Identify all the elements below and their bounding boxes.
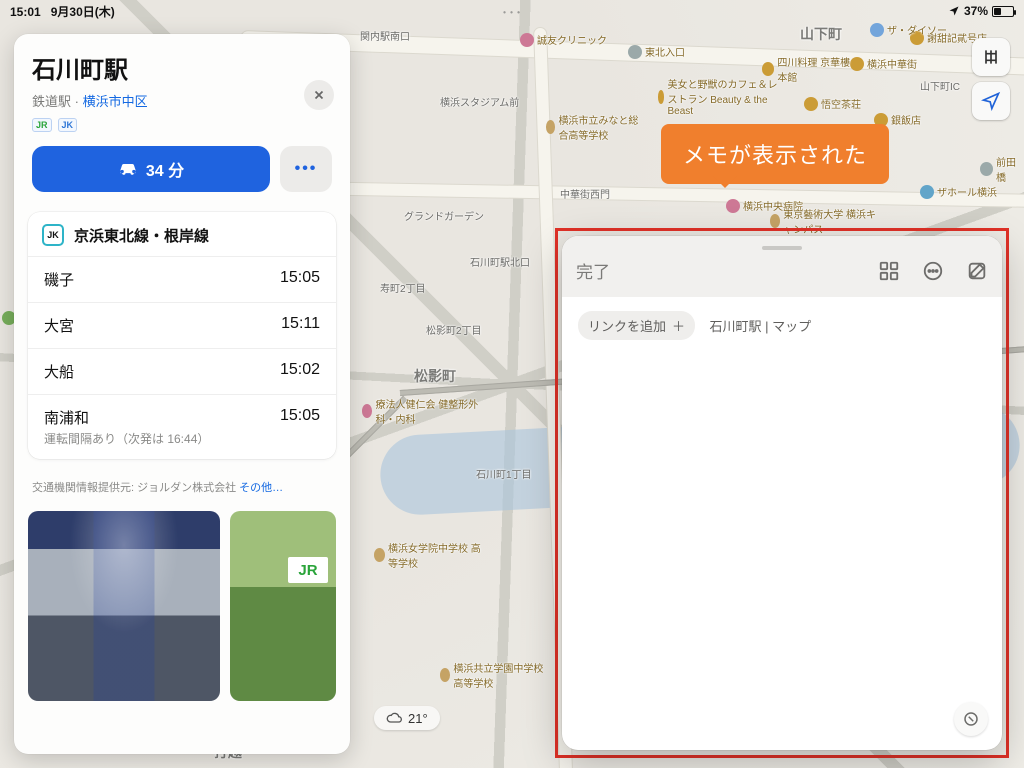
more-icon[interactable] xyxy=(922,260,944,282)
place-subtitle: 鉄道駅 · 横浜市中区 xyxy=(32,91,332,110)
area-link[interactable]: 横浜市中区 xyxy=(83,94,148,109)
markup-icon xyxy=(962,710,980,728)
poi-geidai[interactable]: 東京藝術大学 横浜キャンパス xyxy=(770,206,880,236)
map-label-stadiummae: 横浜スタジアム前 xyxy=(440,94,519,109)
photo-1[interactable] xyxy=(28,511,220,701)
photo-sign: JR xyxy=(288,557,328,583)
weather-temp: 21° xyxy=(408,711,428,726)
directions-label: 34 分 xyxy=(146,157,184,181)
notes-popover: 完了 リンクを追加 ＋ 石川町駅 | マップ xyxy=(562,236,1002,750)
map-settings-button[interactable] xyxy=(972,38,1010,76)
poi-kyoritsu[interactable]: 横浜共立学園中学校高等学校 xyxy=(440,660,550,690)
directions-button[interactable]: 34 分 xyxy=(32,146,270,192)
status-date: 9月30日(木) xyxy=(51,5,115,19)
photo-2[interactable]: JR xyxy=(230,511,336,701)
battery-icon xyxy=(992,6,1014,17)
map-label-matsukage2: 松影町2丁目 xyxy=(426,322,482,337)
compose-icon[interactable] xyxy=(966,260,988,282)
poi-hall[interactable]: ザホール横浜 xyxy=(920,184,997,199)
plus-icon: ＋ xyxy=(672,316,685,335)
map-label-chinatown-w: 中華街西門 xyxy=(560,186,610,201)
poi-shikawa[interactable]: 四川料理 京華樓 本館 xyxy=(762,54,862,84)
popover-grabber[interactable] xyxy=(762,246,802,250)
map-label-ishikawa1: 石川町1丁目 xyxy=(476,466,532,481)
map-label-grandgarden: グランドガーデン xyxy=(404,208,484,223)
map-layers-icon xyxy=(981,47,1001,67)
status-bar: 15:01 9月30日(木) • • • 37% xyxy=(0,0,1024,22)
multitask-handle-icon[interactable]: • • • xyxy=(503,8,521,17)
place-photos: JR xyxy=(14,503,350,703)
close-icon xyxy=(312,88,326,102)
car-icon xyxy=(118,159,138,179)
poi-kenjin[interactable]: 療法人健仁会 健整形外科・内科 xyxy=(362,396,482,426)
battery-pct: 37% xyxy=(964,4,988,18)
close-button[interactable] xyxy=(304,80,334,110)
map-label-ishikawa-n: 石川町駅北口 xyxy=(470,254,530,269)
more-button[interactable]: ••• xyxy=(280,146,332,192)
departure-row[interactable]: 大船 15:02 xyxy=(28,348,336,394)
poi-bbcafe[interactable]: 美女と野獣のカフェ＆レストラン Beauty & the Beast xyxy=(658,76,778,117)
done-button[interactable]: 完了 xyxy=(576,258,610,283)
badge-jr: JR xyxy=(32,118,52,132)
transit-card: JK 京浜東北線・根岸線 磯子 15:05 大宮 15:11 大船 15:02 … xyxy=(28,212,336,459)
markup-button[interactable] xyxy=(954,702,988,736)
note-title: 石川町駅 | マップ xyxy=(709,316,811,335)
badge-jk: JK xyxy=(58,118,78,132)
weather-chip[interactable]: 21° xyxy=(374,706,440,730)
line-name: 京浜東北線・根岸線 xyxy=(74,225,209,246)
add-link-pill[interactable]: リンクを追加 ＋ xyxy=(578,311,695,340)
location-services-icon xyxy=(948,5,960,17)
poi-gokusaiso[interactable]: 悟空茶荘 xyxy=(804,96,861,111)
provider-more-link[interactable]: その他… xyxy=(239,482,283,494)
location-arrow-icon xyxy=(981,91,1001,111)
map-label-kannai: 関内駅南口 xyxy=(360,28,410,43)
departure-row[interactable]: 磯子 15:05 xyxy=(28,256,336,302)
poi-jogakuin[interactable]: 横浜女学院中学校 高等学校 xyxy=(374,540,484,570)
place-card: 石川町駅 鉄道駅 · 横浜市中区 JR JK 34 分 ••• JK 京浜東北線… xyxy=(14,34,350,754)
annotation-callout: メモが表示された xyxy=(661,124,889,184)
locate-me-button[interactable] xyxy=(972,82,1010,120)
gallery-icon[interactable] xyxy=(878,260,900,282)
departure-row[interactable]: 南浦和 運転間隔あり（次発は 16:44） 15:05 xyxy=(28,394,336,459)
line-badge: JK xyxy=(42,224,64,246)
poi-tohoku[interactable]: 東北入口 xyxy=(628,44,685,59)
cloud-icon xyxy=(386,710,402,726)
place-title: 石川町駅 xyxy=(32,50,332,85)
poi-minato[interactable]: 横浜市立みなと総合高等学校 xyxy=(546,112,646,142)
poi-daiso[interactable]: ザ・ダイソー xyxy=(870,22,947,37)
note-body[interactable]: リンクを追加 ＋ 石川町駅 | マップ xyxy=(562,297,1002,750)
status-time: 15:01 xyxy=(10,5,41,19)
district-label-matsukage: 松影町 xyxy=(414,366,456,386)
departure-row[interactable]: 大宮 15:11 xyxy=(28,302,336,348)
map-label-kotobuki: 寿町2丁目 xyxy=(380,280,426,295)
poi-seiyu[interactable]: 誠友クリニック xyxy=(520,32,607,47)
poi-maeda[interactable]: 前田橋 xyxy=(980,154,1024,184)
map-label-yamashita-ic: 山下町IC xyxy=(920,78,960,93)
transit-provider: 交通機関情報提供元: ジョルダン株式会社 その他… xyxy=(14,465,350,503)
district-label-yamashita: 山下町 xyxy=(800,24,842,44)
